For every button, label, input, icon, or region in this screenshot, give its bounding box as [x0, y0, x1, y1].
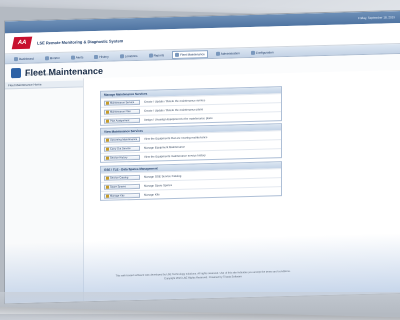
section-button-label: Manage Kits — [110, 193, 125, 198]
tool-icon — [106, 194, 109, 198]
nav-icon — [44, 55, 49, 60]
nav-icon — [250, 50, 255, 55]
section-description: Manage GSE Service Catalog — [144, 173, 182, 179]
nav-item[interactable]: Locations — [117, 51, 141, 60]
section-description: Manage Equipment Maintenance — [144, 144, 186, 150]
nav-item[interactable]: Fleet Maintenance — [172, 49, 208, 59]
nav-icon — [175, 52, 180, 57]
nav-item-label: Fleet Maintenance — [180, 51, 205, 57]
tool-icon — [106, 156, 109, 160]
section-description: View the Equipments maintenance service … — [144, 153, 206, 159]
left-panel-header[interactable]: Fleet Maintenance Home — [5, 80, 83, 90]
nav-item[interactable]: History — [91, 52, 111, 61]
section-button[interactable]: Plan Assignment — [104, 117, 140, 124]
screen: Friday, September 18, 2015 AA LSE Remote… — [4, 10, 400, 305]
nav-item[interactable]: Monitor — [42, 53, 63, 62]
section-button[interactable]: Service History — [104, 154, 140, 161]
tool-icon — [106, 119, 109, 123]
nav-item[interactable]: Administration — [213, 49, 243, 58]
section-button-label: Upcoming Maintenance — [110, 137, 138, 142]
section-description: Create / Update / Delete the maintenance… — [144, 107, 204, 113]
section-button-label: Service Catalog — [110, 175, 129, 180]
section-description: Assign / Unassign Equipment to the maint… — [144, 115, 213, 122]
section-panel: GSE / TLE - Data Spares Management Servic… — [100, 161, 282, 201]
nav-item-label: Dashboard — [19, 56, 34, 61]
tool-icon — [106, 176, 109, 180]
tool-icon — [106, 110, 109, 114]
section-button-label: Plan Assignment — [110, 118, 130, 123]
nav-icon — [119, 53, 124, 58]
nav-item[interactable]: Configuration — [248, 48, 277, 57]
section-button[interactable]: Maintenance Plan — [104, 108, 140, 115]
section-button-label: Carry Out Service — [110, 146, 131, 151]
wrench-icon — [11, 67, 21, 79]
nav-item-label: Configuration — [255, 49, 274, 55]
main-panel: Manage Maintenance Services Maintenance S… — [84, 70, 400, 302]
desk-reflection — [0, 292, 400, 314]
section-button-label: Maintenance Service — [110, 100, 135, 105]
tool-icon — [106, 138, 109, 142]
section-panel: Manage Maintenance Services Maintenance S… — [100, 86, 282, 126]
nav-icon — [70, 55, 75, 60]
section-button-label: Maintenance Plan — [110, 109, 131, 114]
section-description: Manage Kits — [144, 192, 160, 197]
tool-icon — [106, 147, 109, 151]
section-button[interactable]: Carry Out Service — [104, 145, 140, 152]
section-button-label: Spare Spares — [110, 184, 126, 189]
nav-item-label: Reports — [153, 52, 165, 58]
nav-icon — [14, 56, 18, 61]
section-description: Manage Spare Spares — [144, 183, 172, 188]
app-title: LSE Remote Monitoring & Diagnostic Syste… — [37, 37, 124, 46]
date-text: Friday, September 18, 2015 — [358, 15, 395, 21]
section-description: View the Equipments that are nearing mai… — [144, 135, 208, 141]
tool-icon — [106, 101, 109, 105]
section-button[interactable]: Maintenance Service — [104, 99, 140, 106]
nav-item-label: Locations — [124, 53, 138, 58]
section-button[interactable]: Upcoming Maintenance — [104, 136, 140, 143]
nav-item[interactable]: Alerts — [68, 53, 87, 61]
section-button[interactable]: Manage Kits — [104, 192, 140, 199]
section-button-label: Service History — [110, 155, 128, 160]
nav-icon — [215, 51, 220, 56]
left-panel: Fleet Maintenance Home — [5, 78, 84, 304]
company-logo[interactable]: AA — [11, 36, 33, 50]
section-panel: View Maintenance Services Upcoming Mainte… — [100, 123, 282, 163]
monitor: Friday, September 18, 2015 AA LSE Remote… — [0, 0, 400, 320]
nav-item-label: Monitor — [49, 55, 60, 60]
nav-item-label: Alerts — [75, 54, 84, 60]
nav-item[interactable]: Reports — [146, 51, 168, 60]
section-button[interactable]: Spare Spares — [104, 183, 140, 190]
section-description: Create / Update / Delete the maintenance… — [144, 98, 206, 104]
nav-item-label: History — [99, 54, 109, 59]
section-button[interactable]: Service Catalog — [104, 174, 140, 181]
nav-item-label: Administration — [220, 50, 240, 56]
nav-icon — [148, 53, 153, 58]
nav-icon — [94, 54, 99, 59]
tool-icon — [106, 185, 109, 189]
nav-item[interactable]: Dashboard — [11, 54, 37, 63]
